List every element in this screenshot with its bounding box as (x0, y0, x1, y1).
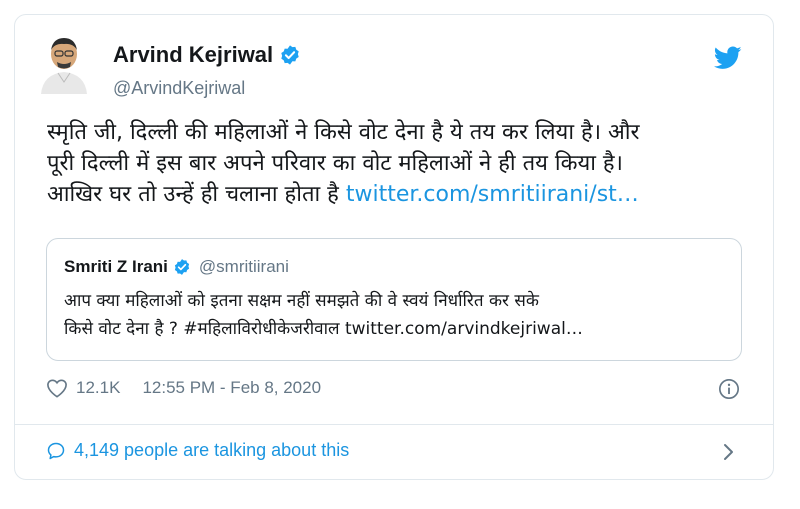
heart-icon[interactable] (46, 378, 68, 398)
quote-line: किसे वोट देना है ? #महिलाविरोधीकेजरीवाल … (64, 319, 583, 339)
tweet-link[interactable]: twitter.com/smritiirani/st… (346, 182, 639, 207)
quote-line: आप क्या महिलाओं को इतना सक्षम नहीं समझते… (64, 291, 539, 311)
twitter-bird-icon[interactable] (714, 46, 742, 70)
info-icon[interactable] (718, 378, 740, 400)
tweet-line: स्मृति जी, दिल्ली की महिलाओं ने किसे वोट… (47, 120, 640, 145)
tweet-timestamp[interactable]: 12:55 PM - Feb 8, 2020 (142, 378, 321, 398)
quoted-tweet[interactable]: Smriti Z Irani @smritiirani आप क्या महिल… (46, 238, 742, 361)
author-handle[interactable]: @ArvindKejriwal (113, 78, 245, 99)
like-count[interactable]: 12.1K (76, 378, 120, 398)
chevron-right-icon[interactable] (722, 442, 736, 462)
author-avatar[interactable] (37, 30, 91, 94)
divider (14, 424, 774, 425)
conversation-link[interactable]: 4,149 people are talking about this (46, 440, 349, 461)
author-name[interactable]: Arvind Kejriwal (113, 42, 273, 68)
quote-text: आप क्या महिलाओं को इतना सक्षम नहीं समझते… (64, 287, 724, 343)
quote-author-handle[interactable]: @smritiirani (199, 257, 289, 277)
verified-badge-icon (281, 45, 299, 65)
quote-author-name[interactable]: Smriti Z Irani (64, 257, 168, 277)
tweet-meta: 12.1K 12:55 PM - Feb 8, 2020 (46, 378, 321, 398)
speech-bubble-icon (47, 442, 65, 459)
tweet-line: पूरी दिल्ली में इस बार अपने परिवार का वो… (47, 151, 623, 176)
tweet-line: आखिर घर तो उन्हें ही चलाना होता है twitt… (47, 179, 747, 210)
verified-badge-icon (174, 259, 190, 275)
conversation-label: 4,149 people are talking about this (74, 440, 350, 460)
tweet-text: स्मृति जी, दिल्ली की महिलाओं ने किसे वोट… (47, 117, 747, 210)
author-row: Arvind Kejriwal (113, 42, 301, 68)
tweet-line-text: आखिर घर तो उन्हें ही चलाना होता है (47, 182, 339, 207)
quote-author-row: Smriti Z Irani @smritiirani (64, 257, 289, 277)
